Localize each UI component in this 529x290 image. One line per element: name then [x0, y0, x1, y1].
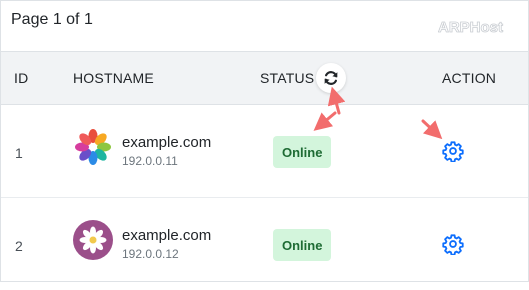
ip-address: 192.0.0.12	[122, 247, 179, 261]
refresh-status-button[interactable]	[316, 63, 346, 93]
top-bar: Page 1 of 1 ARPHost	[1, 1, 528, 51]
column-header-id: ID	[14, 70, 29, 86]
colorful-pinwheel-logo	[75, 129, 111, 165]
status-badge: Online	[273, 229, 332, 261]
column-header-status: STATUS	[260, 70, 315, 86]
table-header: ID HOSTNAME STATUS ACTION	[1, 51, 528, 105]
column-header-hostname: HOSTNAME	[73, 70, 154, 86]
table-row: 1 example.com 192.0.0.11 Online	[1, 105, 528, 198]
status-badge: Online	[273, 136, 332, 168]
gear-icon[interactable]	[442, 233, 464, 255]
brand-text: ARPHost	[438, 19, 503, 36]
refresh-icon	[324, 71, 338, 85]
ip-address: 192.0.0.11	[122, 154, 178, 168]
column-header-action: ACTION	[442, 70, 497, 86]
hostname: example.com	[122, 134, 212, 151]
page-info: Page 1 of 1	[11, 11, 93, 28]
hostname: example.com	[122, 227, 212, 244]
brand-logo: ARPHost	[438, 19, 503, 37]
row-id: 1	[15, 145, 23, 161]
table-row: 2 example.com 192.0.0.12 Online	[1, 198, 528, 290]
server-list-panel: Page 1 of 1 ARPHost ID HOSTNAME STATUS A…	[0, 0, 529, 282]
row-id: 2	[15, 238, 23, 254]
purple-flower-logo	[73, 220, 113, 260]
gear-icon[interactable]	[442, 140, 464, 162]
